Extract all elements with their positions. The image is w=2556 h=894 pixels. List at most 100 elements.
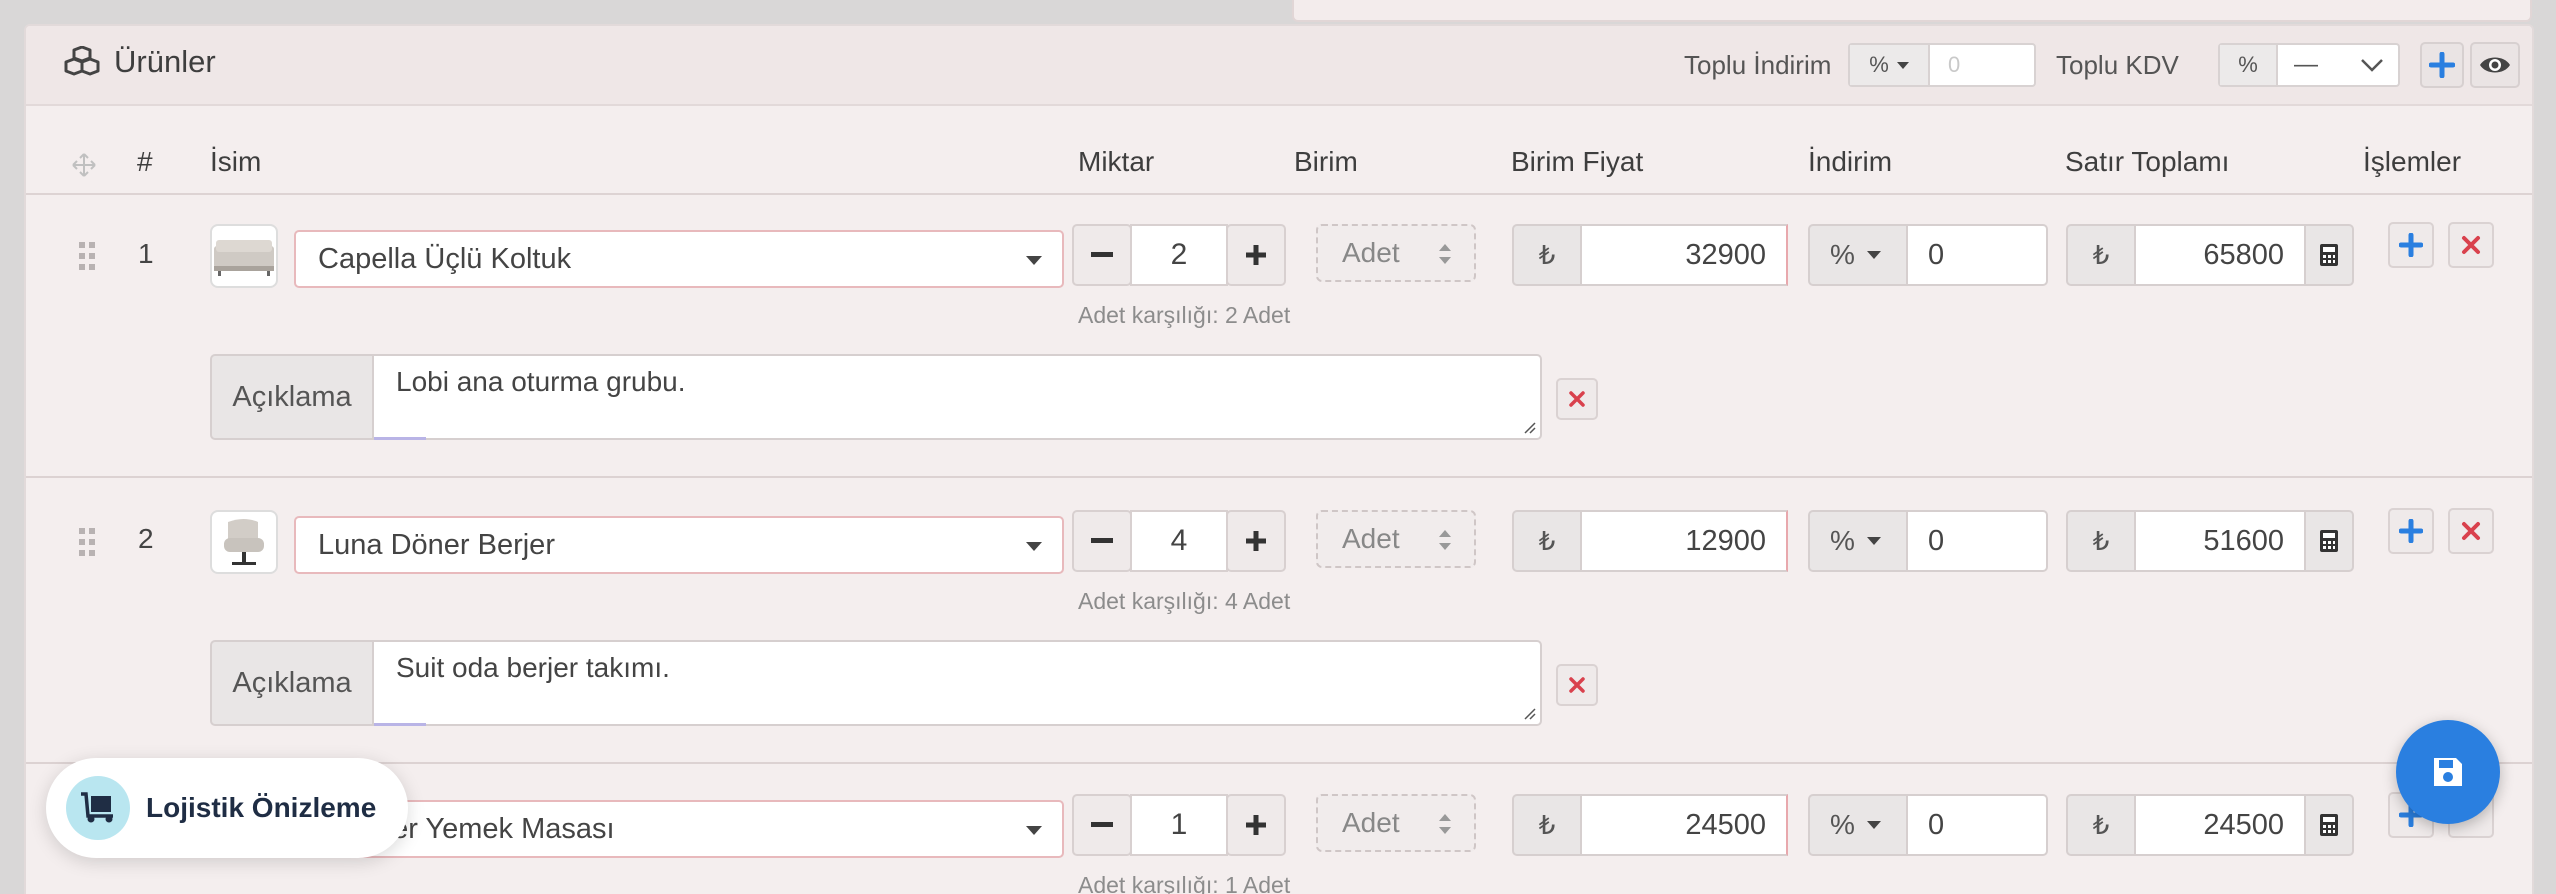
quantity-input[interactable]: 2 xyxy=(1130,224,1228,286)
calculator-button[interactable] xyxy=(2304,510,2354,572)
bulk-vat-value: — xyxy=(2294,51,2318,78)
bulk-vat-type: % xyxy=(2220,45,2278,85)
unit-select-value: Adet xyxy=(1342,523,1400,554)
product-thumbnail xyxy=(210,224,278,288)
row-number: 2 xyxy=(138,523,154,554)
resize-handle-icon[interactable] xyxy=(1522,420,1536,434)
remove-description-button[interactable] xyxy=(1556,378,1598,420)
plus-icon xyxy=(2399,233,2423,257)
remove-description-button[interactable] xyxy=(1556,664,1598,706)
products-panel: Ürünler Toplu İndirim % 0 Toplu KDV % — xyxy=(24,24,2534,894)
unit-price-input[interactable]: 12900 xyxy=(1580,510,1788,572)
quantity-increment-button[interactable] xyxy=(1226,794,1286,856)
caret-down-icon xyxy=(1866,251,1881,259)
remove-row-button[interactable] xyxy=(2448,508,2494,554)
quantity-input[interactable]: 1 xyxy=(1130,794,1228,856)
quantity-decrement-button[interactable] xyxy=(1072,224,1132,286)
col-discount: İndirim xyxy=(1808,146,1893,177)
currency-addon: ₺ xyxy=(2066,794,2136,856)
sort-arrows-icon xyxy=(1439,530,1451,550)
caret-down-icon xyxy=(1026,542,1042,551)
remove-row-button[interactable] xyxy=(2448,222,2494,268)
top-card-edge xyxy=(1292,0,2532,22)
panel-title: Ürünler xyxy=(64,44,216,80)
resize-handle-icon[interactable] xyxy=(1522,706,1536,720)
discount-type-select[interactable]: % xyxy=(1808,510,1908,572)
plus-icon xyxy=(1246,245,1266,265)
description-label: Açıklama xyxy=(210,640,374,726)
unit-select[interactable]: Adet xyxy=(1316,794,1476,852)
add-row-header-button[interactable] xyxy=(2420,42,2464,88)
bulk-vat-select[interactable]: — xyxy=(2278,51,2398,79)
cubes-icon xyxy=(64,46,100,76)
minus-icon xyxy=(1091,252,1113,257)
save-icon xyxy=(2434,758,2462,786)
discount-input[interactable]: 0 xyxy=(1906,794,2048,856)
logistics-preview-label: Lojistik Önizleme xyxy=(146,792,377,823)
logistics-preview-button[interactable]: Lojistik Önizleme xyxy=(46,758,408,858)
product-thumbnail xyxy=(210,510,278,574)
eye-icon xyxy=(2480,57,2510,73)
calculator-icon xyxy=(2320,244,2338,266)
unit-price-input[interactable]: 32900 xyxy=(1580,224,1788,286)
product-select[interactable]: Mermer Yemek Masası xyxy=(294,800,1064,858)
line-total-input[interactable]: 51600 xyxy=(2134,510,2306,572)
discount-type-select[interactable]: % xyxy=(1808,224,1908,286)
bulk-discount-type-value: % xyxy=(1869,52,1889,77)
line-total-input[interactable]: 24500 xyxy=(2134,794,2306,856)
unit-price-input[interactable]: 24500 xyxy=(1580,794,1788,856)
bulk-discount-input[interactable]: 0 xyxy=(1930,52,2034,78)
product-select[interactable]: Luna Döner Berjer xyxy=(294,516,1064,574)
move-all-icon xyxy=(72,153,96,177)
product-select[interactable]: Capella Üçlü Koltuk xyxy=(294,230,1064,288)
sort-arrows-icon xyxy=(1439,814,1451,834)
unit-select[interactable]: Adet xyxy=(1316,224,1476,282)
caret-down-icon xyxy=(1866,537,1881,545)
quantity-increment-button[interactable] xyxy=(1226,510,1286,572)
drag-handle-icon[interactable] xyxy=(78,241,96,271)
discount-input[interactable]: 0 xyxy=(1906,224,2048,286)
plus-icon xyxy=(2399,519,2423,543)
col-line-total: Satır Toplamı xyxy=(2065,146,2230,177)
caret-down-icon xyxy=(1026,256,1042,265)
description-value: Suit oda berjer takımı. xyxy=(396,652,670,683)
discount-type-value: % xyxy=(1830,239,1855,270)
calculator-icon xyxy=(2320,814,2338,836)
discount-input[interactable]: 0 xyxy=(1906,510,2048,572)
dolly-icon xyxy=(66,776,130,840)
col-number: # xyxy=(137,146,153,177)
quantity-decrement-button[interactable] xyxy=(1072,510,1132,572)
drag-handle-icon[interactable] xyxy=(78,527,96,557)
quantity-helper-text: Adet karşılığı: 2 Adet xyxy=(1078,302,1291,328)
minus-icon xyxy=(1091,822,1113,827)
quantity-decrement-button[interactable] xyxy=(1072,794,1132,856)
col-unit-price: Birim Fiyat xyxy=(1511,146,1644,177)
caret-down-icon xyxy=(1896,61,1909,69)
product-select-value: Capella Üçlü Koltuk xyxy=(318,242,572,275)
unit-select[interactable]: Adet xyxy=(1316,510,1476,568)
calculator-icon xyxy=(2320,530,2338,552)
minus-icon xyxy=(1091,538,1113,543)
calculator-button[interactable] xyxy=(2304,794,2354,856)
description-textarea[interactable]: Suit oda berjer takımı. xyxy=(372,640,1542,726)
preview-toggle-button[interactable] xyxy=(2470,42,2520,88)
chevron-down-icon xyxy=(2361,59,2383,72)
discount-type-value: % xyxy=(1830,809,1855,840)
add-row-button[interactable] xyxy=(2388,222,2434,268)
save-button[interactable] xyxy=(2396,720,2500,824)
plus-icon xyxy=(1246,815,1266,835)
quantity-increment-button[interactable] xyxy=(1226,224,1286,286)
bulk-discount-type-select[interactable]: % xyxy=(1850,45,1930,85)
description-textarea[interactable]: Lobi ana oturma grubu. xyxy=(372,354,1542,440)
unit-select-value: Adet xyxy=(1342,237,1400,268)
unit-select-value: Adet xyxy=(1342,807,1400,838)
bulk-discount-label: Toplu İndirim xyxy=(1684,50,1832,80)
discount-type-value: % xyxy=(1830,525,1855,556)
calculator-button[interactable] xyxy=(2304,224,2354,286)
discount-type-select[interactable]: % xyxy=(1808,794,1908,856)
quantity-helper-text: Adet karşılığı: 1 Adet xyxy=(1078,872,1291,894)
add-row-button[interactable] xyxy=(2388,508,2434,554)
line-total-input[interactable]: 65800 xyxy=(2134,224,2306,286)
quantity-input[interactable]: 4 xyxy=(1130,510,1228,572)
row-divider xyxy=(26,476,2532,478)
